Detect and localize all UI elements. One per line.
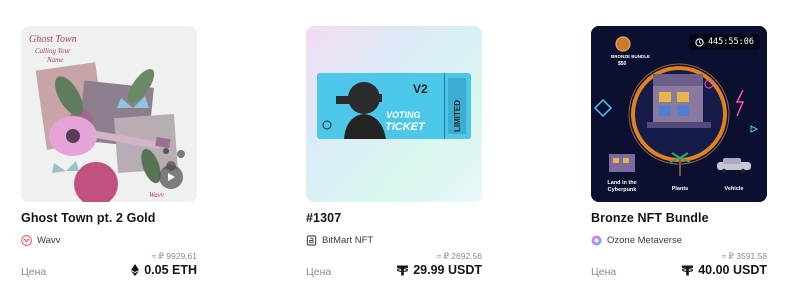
creator-link[interactable]: Wavv — [21, 233, 60, 247]
svg-text:$50: $50 — [618, 61, 627, 67]
bundle-item-label: Plants — [671, 186, 689, 192]
countdown-timer: 445:55:06 — [688, 34, 760, 50]
crypto-price: 29.99 USDT — [397, 263, 482, 277]
voting-ticket-artwork: V2 VOTING TICKET LIMITED — [306, 26, 482, 202]
wavv-logo-icon — [21, 234, 32, 246]
nft-card[interactable]: Ghost Town Calling Your Name Wavv Ghost … — [21, 0, 197, 297]
nft-title[interactable]: Ghost Town pt. 2 Gold — [21, 211, 156, 225]
crypto-price: 40.00 USDT — [682, 263, 767, 277]
nft-artwork[interactable]: BRONZE BUNDLE $50 445:55:06 Land in the … — [591, 26, 767, 202]
svg-text:Calling Your: Calling Your — [35, 47, 71, 55]
nft-title[interactable]: Bronze NFT Bundle — [591, 211, 709, 225]
fiat-price: ≈ ₽ 9929.61 — [151, 251, 197, 261]
tether-icon — [682, 265, 694, 275]
bitmart-logo-icon — [306, 234, 317, 246]
fiat-price: ≈ ₽ 2692.56 — [436, 251, 482, 261]
ethereum-icon — [131, 264, 140, 276]
svg-text:Wavv: Wavv — [149, 191, 165, 199]
nft-card[interactable]: BRONZE BUNDLE $50 445:55:06 Land in the … — [591, 0, 767, 297]
creator-name: Wavv — [37, 234, 61, 246]
crypto-price: 0.05 ETH — [131, 263, 197, 277]
creator-link[interactable]: Ozone Metaverse — [591, 233, 682, 247]
nft-artwork[interactable]: Ghost Town Calling Your Name Wavv — [21, 26, 197, 202]
bundle-item-label: Land in the Cyberpunk — [607, 180, 637, 193]
creator-name: Ozone Metaverse — [607, 234, 682, 246]
bundle-item-label: Vehicle — [724, 186, 744, 192]
clock-icon — [695, 37, 704, 47]
nft-artwork[interactable]: V2 VOTING TICKET LIMITED — [306, 26, 482, 202]
price-label: Цена — [21, 266, 47, 278]
nft-card[interactable]: V2 VOTING TICKET LIMITED #1307 BitMart N… — [306, 0, 482, 297]
creator-name: BitMart NFT — [322, 234, 374, 246]
ozone-logo-icon — [591, 234, 602, 246]
nft-title[interactable]: #1307 — [306, 211, 341, 225]
price-label: Цена — [591, 266, 617, 278]
svg-text:Name: Name — [46, 56, 63, 64]
bronze-bundle-artwork: BRONZE BUNDLE $50 — [591, 26, 767, 202]
fiat-price: ≈ ₽ 3591.58 — [721, 251, 767, 261]
price-label: Цена — [306, 266, 332, 278]
play-button[interactable] — [159, 165, 183, 189]
tether-icon — [397, 265, 409, 275]
svg-text:Ghost Town: Ghost Town — [29, 34, 77, 45]
creator-link[interactable]: BitMart NFT — [306, 233, 373, 247]
svg-text:BRONZE BUNDLE: BRONZE BUNDLE — [611, 54, 650, 59]
play-icon — [168, 173, 175, 181]
